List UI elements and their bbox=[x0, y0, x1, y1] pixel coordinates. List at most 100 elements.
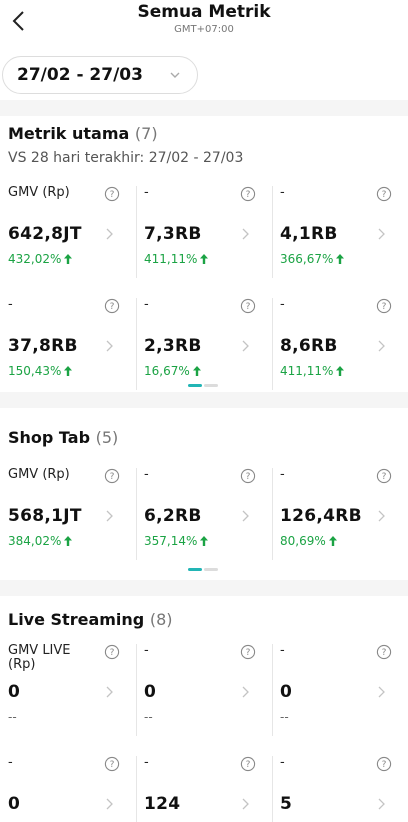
metric-card[interactable]: -? 126,4RB 80,69% bbox=[272, 468, 408, 564]
help-icon[interactable]: ? bbox=[240, 756, 256, 772]
section-title-text: Live Streaming bbox=[8, 610, 145, 629]
chevron-right-icon bbox=[242, 228, 249, 240]
timezone-label: GMT+07:00 bbox=[174, 24, 234, 35]
help-icon[interactable]: ? bbox=[240, 298, 256, 314]
help-icon[interactable]: ? bbox=[104, 298, 120, 314]
help-icon[interactable]: ? bbox=[240, 186, 256, 202]
metric-card[interactable]: -? 6,2RB 357,14% bbox=[136, 468, 272, 564]
metric-card[interactable]: -? 8,6RB 411,11% bbox=[272, 298, 408, 394]
metric-value: 7,3RB bbox=[144, 224, 202, 244]
chevron-down-icon bbox=[170, 72, 180, 78]
metric-card[interactable]: -? 2,3RB 16,67% bbox=[136, 298, 272, 394]
chevron-right-icon bbox=[378, 686, 385, 698]
metric-card[interactable]: -?12480.89% bbox=[136, 756, 272, 822]
column-divider bbox=[136, 468, 137, 560]
chevron-right-icon bbox=[242, 798, 249, 810]
metric-card[interactable]: -? 37,8RB 150,43% bbox=[0, 298, 136, 394]
arrow-up-icon bbox=[200, 254, 209, 264]
metric-value: 642,8JT bbox=[8, 224, 82, 244]
chevron-right-icon bbox=[378, 798, 385, 810]
help-icon[interactable]: ? bbox=[104, 468, 120, 484]
page-indicator bbox=[188, 568, 218, 571]
page-indicator-dot-active bbox=[188, 568, 202, 571]
metric-value: 0 bbox=[8, 682, 21, 702]
chevron-right-icon bbox=[106, 228, 113, 240]
chevron-right-icon bbox=[378, 228, 385, 240]
metric-label: - bbox=[280, 297, 285, 312]
svg-text:?: ? bbox=[110, 472, 115, 482]
metric-label: - bbox=[280, 467, 285, 482]
help-icon[interactable]: ? bbox=[376, 186, 392, 202]
column-divider bbox=[272, 468, 273, 560]
metric-change: 80,69% bbox=[280, 534, 337, 548]
svg-text:?: ? bbox=[246, 760, 251, 770]
metric-value: 4,1RB bbox=[280, 224, 338, 244]
metric-change-value: -- bbox=[280, 710, 289, 724]
metric-card[interactable]: -?0-- bbox=[272, 644, 408, 740]
section-title-text: Shop Tab bbox=[8, 428, 91, 447]
metric-change-value: 384,02% bbox=[8, 534, 62, 548]
svg-text:?: ? bbox=[110, 190, 115, 200]
metric-value: 0 bbox=[144, 682, 157, 702]
svg-text:?: ? bbox=[110, 648, 115, 658]
help-icon[interactable]: ? bbox=[376, 298, 392, 314]
column-divider bbox=[136, 186, 137, 278]
metric-card[interactable]: -?0-- bbox=[0, 756, 136, 822]
section-count: (7) bbox=[134, 124, 158, 143]
help-icon[interactable]: ? bbox=[104, 186, 120, 202]
metric-value: 6,2RB bbox=[144, 506, 202, 526]
metric-value: 124 bbox=[144, 794, 181, 814]
metric-change-value: 16,67% bbox=[144, 364, 190, 378]
metric-label: - bbox=[144, 755, 149, 770]
help-icon[interactable]: ? bbox=[104, 756, 120, 772]
metric-change-value: -- bbox=[8, 710, 17, 724]
metric-change: 432,02% bbox=[8, 252, 73, 266]
date-range-selector[interactable]: 27/02 - 27/03 bbox=[2, 56, 198, 94]
metric-card[interactable]: -?0-- bbox=[136, 644, 272, 740]
page-indicator bbox=[188, 384, 218, 387]
arrow-up-icon bbox=[64, 366, 73, 376]
metric-label: GMV (Rp) bbox=[8, 467, 70, 482]
section-separator bbox=[0, 100, 408, 116]
metric-card[interactable]: -? 4,1RB 366,67% bbox=[272, 186, 408, 282]
metric-card[interactable]: -?573.68% bbox=[272, 756, 408, 822]
page-indicator-dot bbox=[204, 568, 218, 571]
metric-card[interactable]: GMV (Rp)? 642,8JT 432,02% bbox=[0, 186, 136, 282]
metric-change-value: 80,69% bbox=[280, 534, 326, 548]
header: Semua Metrik GMT+07:00 bbox=[0, 0, 408, 44]
arrow-up-icon bbox=[200, 536, 209, 546]
metric-change-value: 432,02% bbox=[8, 252, 62, 266]
chevron-right-icon bbox=[106, 340, 113, 352]
metric-change: 150,43% bbox=[8, 364, 73, 378]
column-divider bbox=[272, 298, 273, 390]
svg-text:?: ? bbox=[246, 472, 251, 482]
metric-change: 411,11% bbox=[144, 252, 209, 266]
arrow-up-icon bbox=[192, 366, 201, 376]
svg-text:?: ? bbox=[110, 302, 115, 312]
chevron-right-icon bbox=[242, 686, 249, 698]
help-icon[interactable]: ? bbox=[376, 644, 392, 660]
metric-label: - bbox=[8, 297, 13, 312]
metric-label: - bbox=[144, 185, 149, 200]
section-separator bbox=[0, 580, 408, 596]
metric-label: GMV (Rp) bbox=[8, 185, 70, 200]
help-icon[interactable]: ? bbox=[240, 468, 256, 484]
metric-value: 5 bbox=[280, 794, 293, 814]
metric-change: 384,02% bbox=[8, 534, 73, 548]
section-title-live-streaming: Live Streaming (8) bbox=[8, 610, 173, 629]
metric-value: 568,1JT bbox=[8, 506, 82, 526]
svg-text:?: ? bbox=[382, 648, 387, 658]
help-icon[interactable]: ? bbox=[104, 644, 120, 660]
help-icon[interactable]: ? bbox=[376, 468, 392, 484]
section-title-shop-tab: Shop Tab (5) bbox=[8, 428, 118, 447]
help-icon[interactable]: ? bbox=[376, 756, 392, 772]
svg-text:?: ? bbox=[382, 760, 387, 770]
metric-card[interactable]: -? 7,3RB 411,11% bbox=[136, 186, 272, 282]
metric-card[interactable]: GMV (Rp)? 568,1JT 384,02% bbox=[0, 468, 136, 564]
help-icon[interactable]: ? bbox=[240, 644, 256, 660]
metric-card[interactable]: GMV LIVE (Rp)? 0 -- bbox=[0, 644, 136, 740]
metric-label: - bbox=[280, 755, 285, 770]
metric-change: -- bbox=[8, 710, 17, 724]
column-divider bbox=[272, 186, 273, 278]
section-count: (5) bbox=[95, 428, 119, 447]
